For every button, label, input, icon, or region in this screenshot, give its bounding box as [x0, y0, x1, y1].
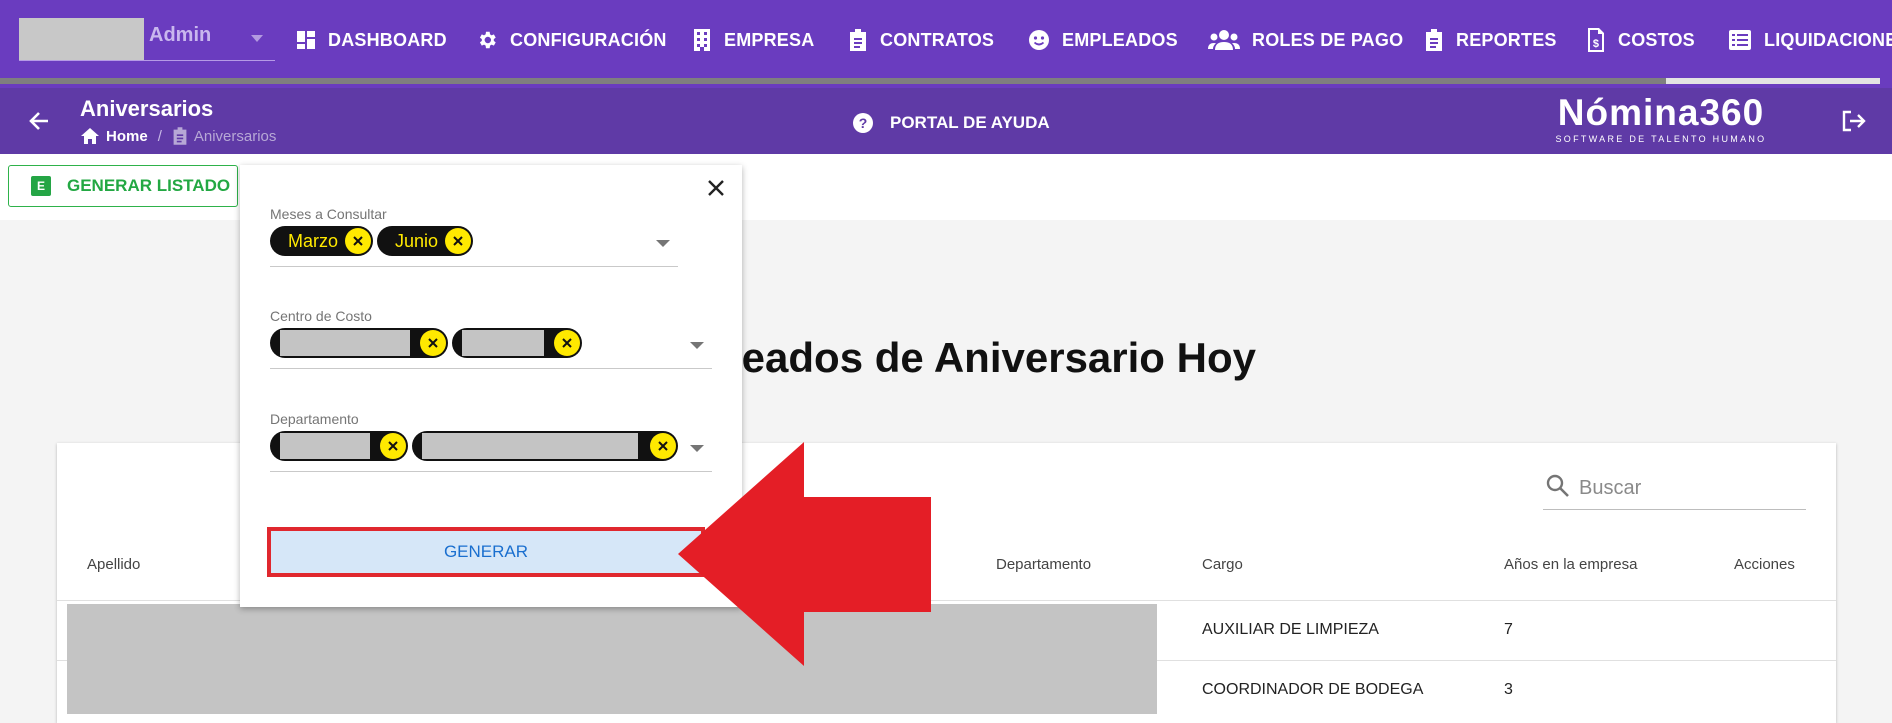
chevron-down-icon [690, 342, 704, 349]
generate-list-button[interactable]: E GENERAR LISTADO [8, 165, 238, 207]
column-header-departamento[interactable]: Departamento [996, 556, 1091, 573]
people-icon [1208, 30, 1240, 50]
meses-label: Meses a Consultar [270, 206, 387, 222]
nav-item-dashboard[interactable]: DASHBOARD [296, 20, 447, 60]
building-icon [694, 29, 710, 51]
help-portal-label: PORTAL DE AYUDA [890, 113, 1050, 132]
centro-costo-label: Centro de Costo [270, 308, 372, 324]
brand-logo: Nómina360 SOFTWARE DE TALENTO HUMANO [1548, 92, 1774, 144]
search-input[interactable] [1577, 473, 1801, 503]
nav-item-label: CONFIGURACIÓN [510, 29, 667, 50]
chip-remove-icon[interactable] [420, 330, 446, 356]
breadcrumb-current: Aniversarios [193, 127, 277, 145]
loading-progress-bar-end [1666, 78, 1880, 84]
logout-icon[interactable] [1842, 110, 1866, 132]
breadcrumb-home[interactable]: Home [106, 128, 148, 145]
nav-item-configuracion[interactable]: CONFIGURACIÓN [476, 20, 667, 60]
section-heading: leados de Aniversario Hoy [730, 334, 1256, 381]
departamento-label: Departamento [270, 411, 359, 427]
annotation-arrow-icon [678, 442, 931, 666]
close-icon[interactable] [704, 176, 728, 200]
column-header-acciones: Acciones [1734, 556, 1795, 573]
chevron-down-icon [251, 35, 263, 42]
search-icon [1546, 474, 1569, 497]
chip-departamento-redacted [412, 431, 678, 461]
nav-item-label: EMPRESA [724, 29, 815, 50]
user-name: Admin [149, 24, 212, 46]
generate-list-label: GENERAR LISTADO [67, 176, 231, 195]
chip-centro-costo-redacted [452, 328, 582, 358]
nav-item-reportes[interactable]: REPORTES [1424, 20, 1557, 60]
nav-item-empleados[interactable]: EMPLEADOS [1028, 20, 1178, 60]
dashboard-icon [297, 31, 315, 49]
cell-cargo: AUXILIAR DE LIMPIEZA [1202, 621, 1379, 638]
loading-progress-bar [0, 78, 1880, 84]
redacted-chip-label [280, 330, 410, 356]
chip-centro-costo-redacted [270, 328, 448, 358]
generate-button[interactable]: GENERAR [267, 527, 705, 577]
chip-remove-icon[interactable] [445, 228, 471, 254]
chip-departamento-redacted [270, 431, 408, 461]
nav-item-roles-de-pago[interactable]: ROLES DE PAGO [1208, 20, 1403, 60]
chip-remove-icon[interactable] [650, 433, 676, 459]
nav-item-label: EMPLEADOS [1062, 29, 1178, 50]
report-icon [1426, 29, 1442, 51]
help-circle-icon: ? [853, 113, 873, 133]
breadcrumb-separator: / [157, 127, 162, 145]
nav-item-liquidaciones[interactable]: LIQUIDACIONE [1728, 20, 1892, 60]
home-icon[interactable] [80, 127, 100, 145]
gear-icon [479, 31, 496, 49]
nav-item-costos[interactable]: $ COSTOS [1586, 20, 1695, 60]
cell-cargo: COORDINADOR DE BODEGA [1202, 681, 1424, 698]
brand-tagline: SOFTWARE DE TALENTO HUMANO [1555, 134, 1767, 144]
nav-item-label: LIQUIDACIONE [1764, 29, 1892, 50]
redacted-table-data [67, 604, 1157, 714]
redacted-user-avatar [19, 18, 144, 60]
chip-junio: Junio [377, 226, 473, 256]
face-icon [1029, 30, 1049, 50]
chevron-down-icon [656, 240, 670, 247]
clipboard-icon [850, 29, 866, 51]
nav-item-contratos[interactable]: CONTRATOS [848, 20, 994, 60]
cell-anios: 3 [1504, 681, 1513, 698]
meses-select[interactable]: Marzo Junio [270, 222, 678, 267]
breadcrumb: Home / Aniversarios [80, 126, 276, 146]
back-arrow-icon[interactable] [28, 110, 50, 132]
dollar-file-icon: $ [1588, 28, 1604, 52]
excel-icon: E [31, 176, 51, 196]
help-portal-link[interactable]: ? PORTAL DE AYUDA [852, 112, 1050, 134]
redacted-chip-label [462, 330, 544, 356]
column-header-anios[interactable]: Años en la empresa [1504, 556, 1637, 573]
nav-item-label: ROLES DE PAGO [1252, 29, 1404, 50]
brand-name: Nómina360 [1557, 92, 1765, 133]
nav-item-label: COSTOS [1618, 29, 1695, 50]
nav-item-label: DASHBOARD [328, 29, 447, 50]
clipboard-icon [173, 127, 187, 145]
search-field[interactable] [1543, 469, 1806, 510]
svg-text:?: ? [859, 115, 868, 131]
column-header-cargo[interactable]: Cargo [1202, 556, 1243, 573]
departamento-select[interactable] [270, 427, 712, 472]
nav-item-label: CONTRATOS [880, 29, 995, 50]
top-navigation-bar: Admin DASHBOARD CONFIGURACIÓN EMPRESA CO… [0, 0, 1892, 88]
svg-text:$: $ [1593, 38, 1599, 50]
nav-item-empresa[interactable]: EMPRESA [692, 20, 814, 60]
chip-remove-icon[interactable] [554, 330, 580, 356]
chip-marzo: Marzo [270, 226, 373, 256]
redacted-chip-label [422, 433, 638, 459]
generate-button-label: GENERAR [443, 542, 529, 561]
nav-item-label: REPORTES [1456, 29, 1557, 50]
chip-label: Junio [395, 230, 439, 251]
page-header: Aniversarios Home / Aniversarios ? PORTA… [0, 88, 1892, 154]
page-title: Aniversarios [80, 96, 214, 121]
cell-anios: 7 [1504, 621, 1513, 638]
chip-remove-icon[interactable] [380, 433, 406, 459]
column-header-apellido[interactable]: Apellido [87, 556, 140, 573]
redacted-chip-label [280, 433, 370, 459]
list-icon [1729, 30, 1751, 50]
chip-remove-icon[interactable] [345, 228, 371, 254]
chip-label: Marzo [288, 230, 339, 251]
centro-costo-select[interactable] [270, 324, 712, 369]
user-selector[interactable]: Admin [19, 18, 275, 61]
